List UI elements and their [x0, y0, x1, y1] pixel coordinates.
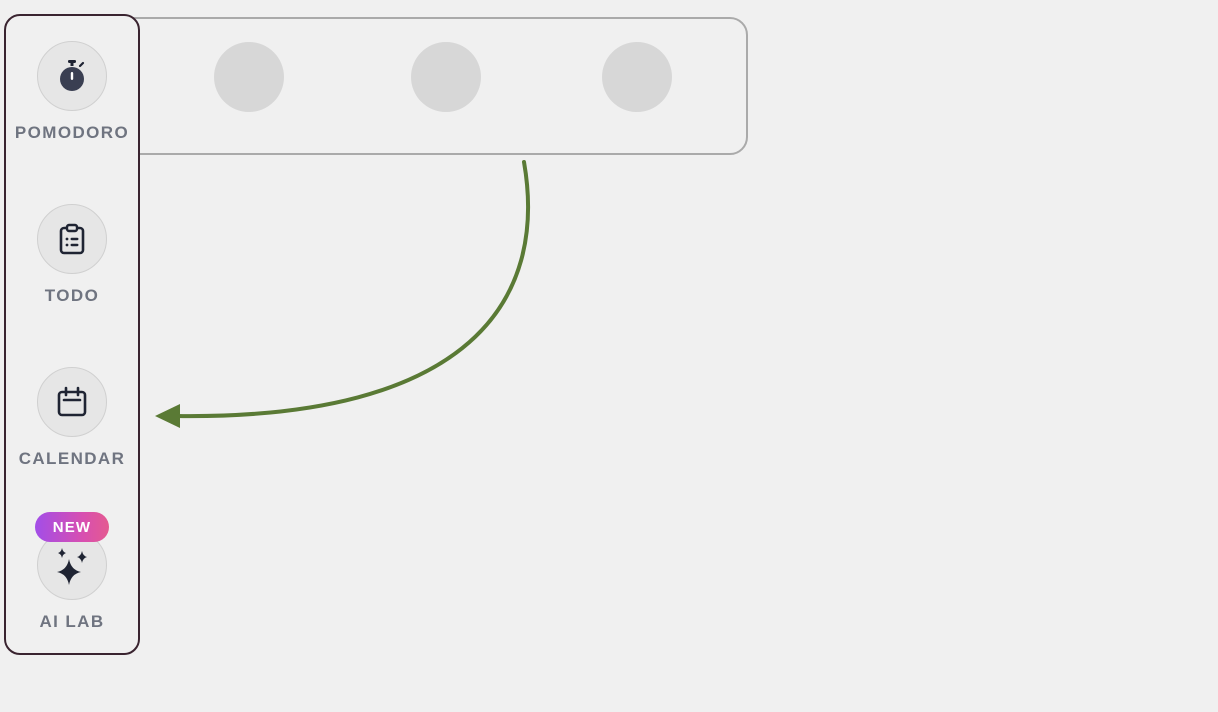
- dock-item-label: AI LAB: [39, 612, 105, 631]
- stopwatch-icon: [60, 60, 85, 91]
- clipboard-list-icon: [59, 223, 85, 255]
- todo-icon-button[interactable]: [37, 204, 107, 274]
- vertical-dock: POMODORO TODO CALENDAR NEW AI LAB: [4, 14, 140, 655]
- dock-item-label: CALENDAR: [18, 449, 126, 468]
- calendar-icon-button[interactable]: [37, 367, 107, 437]
- pomodoro-icon-button[interactable]: [37, 41, 107, 111]
- dock-item-calendar[interactable]: CALENDAR: [6, 367, 138, 469]
- dock-item-label: TODO: [44, 286, 100, 305]
- placeholder-icon-circle: [602, 42, 672, 112]
- calendar-icon: [57, 386, 87, 417]
- sparkles-icon: [57, 548, 87, 585]
- dock-orientation-illustration: POMODORO TODO CALENDAR NEW AI LAB: [0, 0, 1218, 712]
- new-badge: NEW: [35, 512, 109, 542]
- placeholder-icon-circle: [214, 42, 284, 112]
- ai-lab-icon-button[interactable]: NEW: [35, 512, 109, 600]
- dock-item-ai-lab[interactable]: NEW AI LAB: [6, 512, 138, 632]
- dock-item-todo[interactable]: TODO: [6, 204, 138, 306]
- arrow-curve: [174, 160, 531, 419]
- dock-item-pomodoro[interactable]: POMODORO: [6, 41, 138, 143]
- dock-item-label: POMODORO: [14, 123, 130, 142]
- arrow-head: [155, 404, 180, 428]
- placeholder-icon-circle: [411, 42, 481, 112]
